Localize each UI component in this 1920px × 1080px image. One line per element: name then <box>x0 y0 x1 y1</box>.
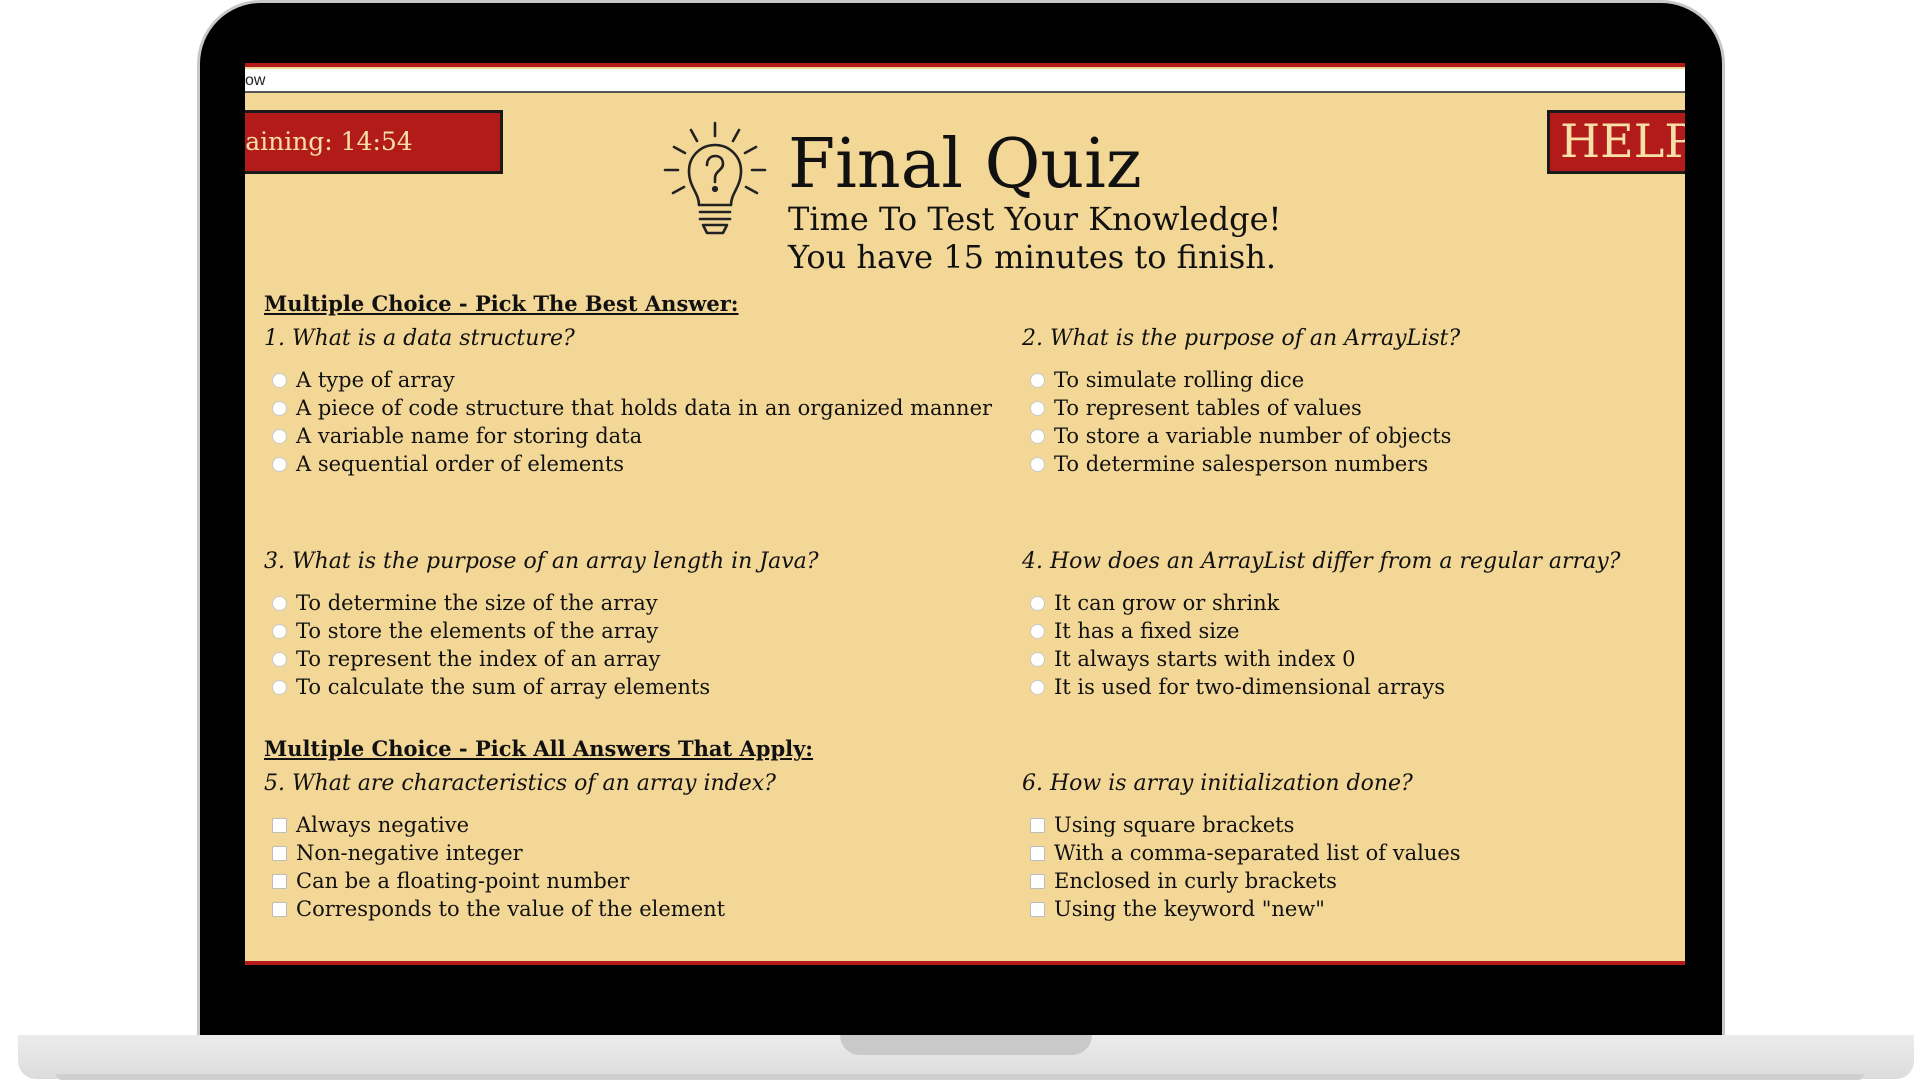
checkbox[interactable] <box>272 845 287 861</box>
radio-button[interactable] <box>1030 400 1045 416</box>
option-label: It has a fixed size <box>1054 619 1240 643</box>
answer-option[interactable]: A sequential order of elements <box>264 450 992 478</box>
option-label: A sequential order of elements <box>296 452 625 476</box>
answer-option[interactable]: It has a fixed size <box>1022 617 1445 645</box>
option-label: Enclosed in curly brackets <box>1054 869 1337 893</box>
question-4-options: It can grow or shrink It has a fixed siz… <box>1022 589 1445 701</box>
answer-option[interactable]: A variable name for storing data <box>264 422 992 450</box>
page-title: Final Quiz <box>788 125 1142 204</box>
question-5-options: Always negative Non-negative integer Can… <box>264 811 725 923</box>
question-5: 5. What are characteristics of an array … <box>264 771 776 796</box>
section-heading-all-that-apply: Multiple Choice - Pick All Answers That … <box>264 736 814 761</box>
radio-button[interactable] <box>272 623 287 639</box>
option-label: With a comma-separated list of values <box>1054 841 1461 865</box>
option-label: It is used for two-dimensional arrays <box>1054 675 1446 699</box>
option-label: Using the keyword "new" <box>1054 897 1325 921</box>
question-1-options: A type of array A piece of code structur… <box>264 366 992 478</box>
radio-button[interactable] <box>1030 456 1045 472</box>
help-button[interactable]: HELP <box>1547 110 1685 174</box>
question-6: 6. How is array initialization done? <box>1022 771 1413 796</box>
answer-option[interactable]: It is used for two-dimensional arrays <box>1022 673 1445 701</box>
option-label: Can be a floating-point number <box>296 869 630 893</box>
quiz-screen: ow e remaining: 14:54 HELP Final Quiz Ti… <box>245 63 1685 965</box>
section-heading-best-answer: Multiple Choice - Pick The Best Answer: <box>264 291 739 316</box>
answer-option[interactable]: A piece of code structure that holds dat… <box>264 394 992 422</box>
checkbox[interactable] <box>1030 845 1045 861</box>
checkbox[interactable] <box>272 901 287 917</box>
lightbulb-question-icon <box>663 121 767 235</box>
option-label: To determine the size of the array <box>296 591 658 615</box>
answer-option[interactable]: A type of array <box>264 366 992 394</box>
answer-option[interactable]: With a comma-separated list of values <box>1022 839 1461 867</box>
laptop-foot <box>56 1074 1864 1080</box>
radio-button[interactable] <box>1030 623 1045 639</box>
option-label: To represent the index of an array <box>296 647 661 671</box>
answer-option[interactable]: Non-negative integer <box>264 839 725 867</box>
radio-button[interactable] <box>272 372 287 388</box>
answer-option[interactable]: Enclosed in curly brackets <box>1022 867 1461 895</box>
answer-option[interactable]: Using square brackets <box>1022 811 1461 839</box>
option-label: A piece of code structure that holds dat… <box>296 396 993 420</box>
answer-option[interactable]: To store the elements of the array <box>264 617 710 645</box>
radio-button[interactable] <box>1030 651 1045 667</box>
option-label: To determine salesperson numbers <box>1054 452 1429 476</box>
option-label: Corresponds to the value of the element <box>296 897 726 921</box>
question-2: 2. What is the purpose of an ArrayList? <box>1022 326 1461 351</box>
answer-option[interactable]: To simulate rolling dice <box>1022 366 1451 394</box>
checkbox[interactable] <box>272 873 287 889</box>
answer-option[interactable]: Corresponds to the value of the element <box>264 895 725 923</box>
question-3-options: To determine the size of the array To st… <box>264 589 710 701</box>
answer-option[interactable]: Can be a floating-point number <box>264 867 725 895</box>
option-label: It can grow or shrink <box>1054 591 1280 615</box>
option-label: To calculate the sum of array elements <box>296 675 711 699</box>
checkbox[interactable] <box>1030 901 1045 917</box>
radio-button[interactable] <box>272 679 287 695</box>
question-3: 3. What is the purpose of an array lengt… <box>264 549 819 574</box>
answer-option[interactable]: To determine the size of the array <box>264 589 710 617</box>
timer-label: e remaining: 14:54 <box>245 127 413 156</box>
question-1: 1. What is a data structure? <box>264 326 575 351</box>
radio-button[interactable] <box>1030 679 1045 695</box>
question-6-options: Using square brackets With a comma-separ… <box>1022 811 1461 923</box>
page-subtitle: Time To Test Your Knowledge! You have 15… <box>788 200 1281 276</box>
answer-option[interactable]: To represent the index of an array <box>264 645 710 673</box>
timer-display: e remaining: 14:54 <box>245 110 503 174</box>
option-label: To store the elements of the array <box>296 619 659 643</box>
answer-option[interactable]: It can grow or shrink <box>1022 589 1445 617</box>
question-2-options: To simulate rolling dice To represent ta… <box>1022 366 1451 478</box>
radio-button[interactable] <box>272 428 287 444</box>
option-label: A variable name for storing data <box>296 424 643 448</box>
answer-option[interactable]: To calculate the sum of array elements <box>264 673 710 701</box>
browser-address-bar[interactable]: ow <box>245 69 1685 93</box>
answer-option[interactable]: Using the keyword "new" <box>1022 895 1461 923</box>
radio-button[interactable] <box>272 595 287 611</box>
option-label: A type of array <box>296 368 455 392</box>
question-4: 4. How does an ArrayList differ from a r… <box>1022 549 1621 574</box>
radio-button[interactable] <box>1030 372 1045 388</box>
checkbox[interactable] <box>1030 817 1045 833</box>
radio-button[interactable] <box>272 400 287 416</box>
radio-button[interactable] <box>272 651 287 667</box>
checkbox[interactable] <box>272 817 287 833</box>
answer-option[interactable]: To represent tables of values <box>1022 394 1451 422</box>
option-label: To store a variable number of objects <box>1054 424 1452 448</box>
option-label: Non-negative integer <box>296 841 523 865</box>
answer-option[interactable]: To determine salesperson numbers <box>1022 450 1451 478</box>
answer-option[interactable]: It always starts with index 0 <box>1022 645 1445 673</box>
option-label: Always negative <box>296 813 470 837</box>
radio-button[interactable] <box>1030 428 1045 444</box>
checkbox[interactable] <box>1030 873 1045 889</box>
radio-button[interactable] <box>272 456 287 472</box>
option-label: It always starts with index 0 <box>1054 647 1356 671</box>
laptop-notch <box>840 1035 1092 1055</box>
subtitle-line-1: Time To Test Your Knowledge! <box>788 200 1282 238</box>
subtitle-line-2: You have 15 minutes to finish. <box>788 238 1277 276</box>
option-label: Using square brackets <box>1054 813 1295 837</box>
option-label: To simulate rolling dice <box>1054 368 1305 392</box>
option-label: To represent tables of values <box>1054 396 1362 420</box>
answer-option[interactable]: Always negative <box>264 811 725 839</box>
answer-option[interactable]: To store a variable number of objects <box>1022 422 1451 450</box>
help-label: HELP <box>1560 114 1685 168</box>
radio-button[interactable] <box>1030 595 1045 611</box>
